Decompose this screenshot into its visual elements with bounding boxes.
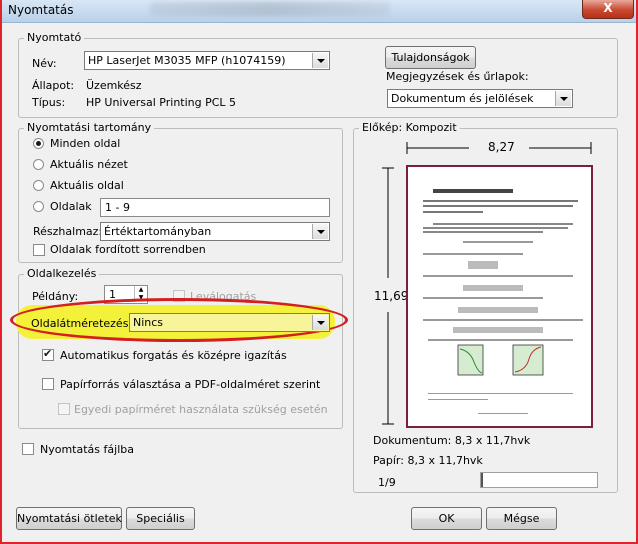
printer-status-value: Üzemkész bbox=[86, 79, 142, 92]
print-to-file-label[interactable]: Nyomtatás fájlba bbox=[40, 443, 134, 456]
radio-current-page[interactable] bbox=[33, 180, 44, 191]
printer-group-label: Nyomtató bbox=[24, 31, 85, 44]
printer-name-select[interactable]: HP LaserJet M3035 MFP (h1074159) bbox=[84, 51, 330, 70]
radio-all-pages[interactable] bbox=[33, 138, 44, 149]
radio-current-view-label[interactable]: Aktuális nézet bbox=[50, 158, 128, 171]
print-tips-button[interactable]: Nyomtatási ötletek bbox=[16, 507, 122, 530]
print-range-group-label: Nyomtatási tartomány bbox=[24, 121, 155, 134]
subset-select[interactable]: Értéktartományban bbox=[100, 222, 330, 241]
custom-paper-label[interactable]: Egyedi papírméret használata szükség ese… bbox=[74, 403, 328, 416]
preview-page-thumbnail bbox=[408, 167, 591, 426]
paper-source-checkbox[interactable] bbox=[42, 378, 54, 390]
chevron-down-icon bbox=[312, 224, 328, 239]
subset-value: Értéktartományban bbox=[104, 225, 212, 238]
comments-label: Megjegyzések és űrlapok: bbox=[386, 70, 529, 83]
cancel-button[interactable]: Mégse bbox=[486, 507, 557, 530]
printer-name-label: Név: bbox=[32, 57, 57, 70]
comments-value: Dokumentum és jelölések bbox=[391, 92, 534, 105]
pages-input-value: 1 - 9 bbox=[105, 201, 130, 214]
page-content-thumbnail bbox=[423, 189, 583, 414]
window-title: Nyomtatás bbox=[8, 3, 74, 17]
paper-size-label: Papír: 8,3 x 11,7hvk bbox=[373, 454, 483, 467]
close-button[interactable]: X bbox=[582, 0, 634, 19]
chevron-down-icon bbox=[312, 53, 328, 68]
page-scaling-value: Nincs bbox=[133, 316, 164, 329]
printer-name-value: HP LaserJet M3035 MFP (h1074159) bbox=[88, 54, 286, 67]
radio-pages-label[interactable]: Oldalak bbox=[50, 200, 92, 213]
auto-rotate-label[interactable]: Automatikus forgatás és középre igazítás bbox=[60, 349, 287, 362]
paper-source-label[interactable]: Papírforrás választása a PDF-oldalméret … bbox=[60, 378, 320, 391]
subset-label: Részhalmaz: bbox=[33, 225, 103, 238]
custom-paper-checkbox[interactable] bbox=[58, 403, 70, 415]
page-handling-group-label: Oldalkezelés bbox=[24, 267, 100, 280]
properties-button[interactable]: Tulajdonságok bbox=[385, 46, 476, 69]
page-scaling-select[interactable]: Nincs bbox=[129, 313, 330, 332]
print-to-file-checkbox[interactable] bbox=[22, 443, 34, 455]
page-slider[interactable] bbox=[480, 472, 598, 488]
preview-group-label: Előkép: Kompozit bbox=[359, 121, 460, 134]
chevron-down-icon bbox=[312, 315, 328, 330]
reverse-pages-label[interactable]: Oldalak fordított sorrendben bbox=[50, 243, 206, 256]
printer-status-label: Állapot: bbox=[32, 79, 75, 92]
radio-pages[interactable] bbox=[33, 201, 44, 212]
copies-spin-up-icon[interactable]: ▲ bbox=[134, 286, 147, 294]
copies-label: Példány: bbox=[32, 290, 79, 303]
comments-select[interactable]: Dokumentum és jelölések bbox=[387, 89, 573, 108]
radio-all-pages-label[interactable]: Minden oldal bbox=[50, 137, 120, 150]
pages-input[interactable]: 1 - 9 bbox=[100, 198, 330, 217]
advanced-button[interactable]: Speciális bbox=[126, 507, 195, 530]
slider-thumb[interactable] bbox=[481, 473, 483, 487]
preview-width-value: 8,27 bbox=[488, 140, 515, 154]
printer-type-value: HP Universal Printing PCL 5 bbox=[86, 96, 237, 109]
preview-height-value: 11,69 bbox=[374, 289, 409, 303]
radio-current-page-label[interactable]: Aktuális oldal bbox=[50, 179, 124, 192]
page-scaling-label: Oldalátméretezés: bbox=[31, 317, 133, 330]
title-bar: Nyomtatás X bbox=[0, 0, 638, 23]
ok-button[interactable]: OK bbox=[411, 507, 482, 530]
printer-type-label: Típus: bbox=[32, 96, 66, 109]
radio-current-view[interactable] bbox=[33, 159, 44, 170]
blurred-background-title bbox=[150, 2, 390, 16]
reverse-pages-checkbox[interactable] bbox=[33, 244, 45, 256]
chevron-down-icon bbox=[555, 91, 571, 106]
auto-rotate-checkbox[interactable] bbox=[42, 347, 54, 361]
page-indicator: 1/9 bbox=[378, 476, 396, 489]
document-size-label: Dokumentum: 8,3 x 11,7hvk bbox=[373, 434, 531, 447]
